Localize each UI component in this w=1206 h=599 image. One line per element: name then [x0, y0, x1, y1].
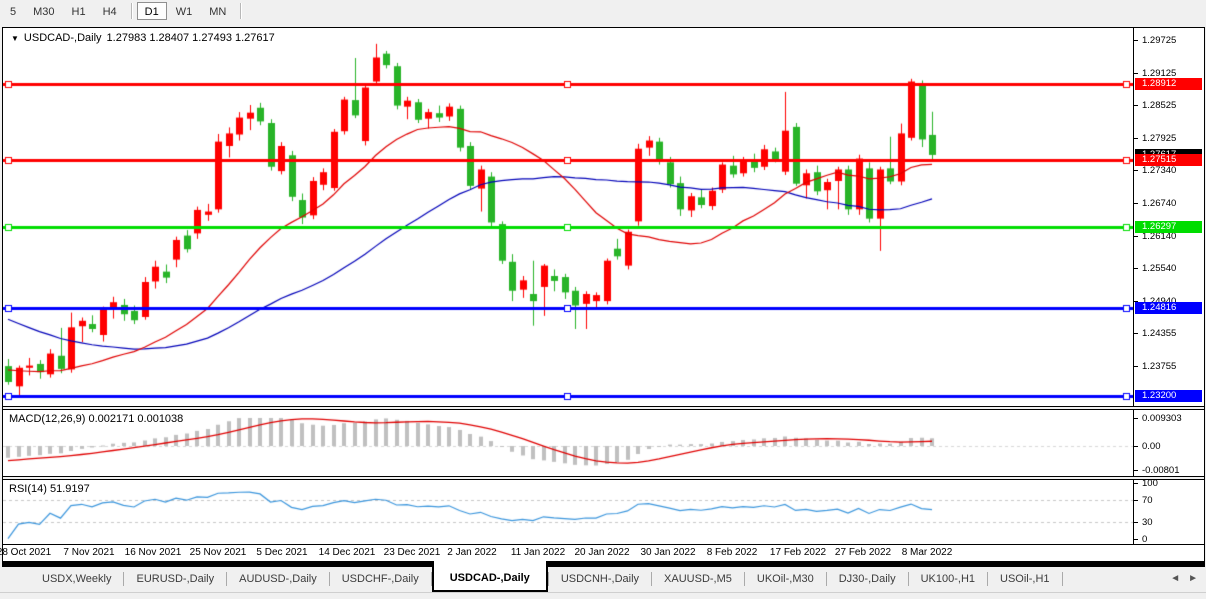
tab-uk100-h1[interactable]: UK100-,H1	[909, 567, 987, 592]
chart-title: ▼ USDCAD-,Daily 1.27983 1.28407 1.27493 …	[11, 32, 275, 44]
date-label: 30 Jan 2022	[640, 547, 695, 558]
price-tick-label: 1.25540	[1134, 263, 1204, 274]
tab-usdchf-daily[interactable]: USDCHF-,Daily	[330, 567, 431, 592]
rsi-tick-label: 100	[1134, 478, 1204, 489]
rsi-tick-label: 30	[1134, 517, 1204, 528]
main-chart-canvas[interactable]	[3, 28, 1133, 406]
toolbar-separator	[131, 3, 132, 19]
macd-tick-label: -0.00801	[1134, 465, 1204, 476]
price-line-badge: 1.23200	[1135, 390, 1202, 402]
tab-xauusd-m5[interactable]: XAUUSD-,M5	[652, 567, 744, 592]
date-label: 17 Feb 2022	[770, 547, 826, 558]
chart-ohlc-values: 1.27983 1.28407 1.27493 1.27617	[107, 32, 275, 44]
tab-separator	[1062, 572, 1063, 586]
timeframe-button-H4[interactable]: H4	[95, 2, 125, 20]
chart-window: ▼ USDCAD-,Daily 1.27983 1.28407 1.27493 …	[2, 27, 1205, 568]
date-label: 8 Feb 2022	[707, 547, 758, 558]
date-label: 2 Jan 2022	[447, 547, 497, 558]
tab-usoil-h1[interactable]: USOil-,H1	[988, 567, 1062, 592]
price-axis[interactable]: 1.29725 1.29125 1.28525 1.27925 1.27340 1.267…	[1134, 28, 1204, 406]
toolbar-separator	[240, 3, 241, 19]
date-label: 5 Dec 2021	[256, 547, 307, 558]
date-label: 28 Oct 2021	[0, 547, 51, 558]
rsi-panel[interactable]: RSI(14) 51.9197	[3, 480, 1133, 544]
price-tick-label: 1.27925	[1134, 133, 1204, 144]
price-tick-label: 1.28525	[1134, 100, 1204, 111]
main-chart-plot[interactable]: ▼ USDCAD-,Daily 1.27983 1.28407 1.27493 …	[3, 28, 1133, 406]
tab-usdx-weekly[interactable]: USDX,Weekly	[30, 567, 123, 592]
price-line-badge: 1.27515	[1135, 154, 1202, 166]
date-label: 8 Mar 2022	[902, 547, 953, 558]
tab-usdcnh-daily[interactable]: USDCNH-,Daily	[549, 567, 651, 592]
tabs-scroll-left-icon[interactable]: ◄	[1170, 567, 1180, 591]
timeframe-button-W1[interactable]: W1	[168, 2, 201, 20]
price-line-badge: 1.24816	[1135, 302, 1202, 314]
timeframe-button-5[interactable]: 5	[2, 2, 24, 20]
tab-ukoil-m30[interactable]: UKOil-,M30	[745, 567, 826, 592]
macd-label: MACD(12,26,9) 0.002171 0.001038	[9, 413, 183, 425]
timeframe-button-M30[interactable]: M30	[25, 2, 62, 20]
price-tick-label: 1.26740	[1134, 198, 1204, 209]
status-strip	[0, 592, 1206, 599]
date-label: 27 Feb 2022	[835, 547, 891, 558]
tab-eurusd-daily[interactable]: EURUSD-,Daily	[124, 567, 226, 592]
price-tick-label: 1.27340	[1134, 165, 1204, 176]
rsi-tick-label: 70	[1134, 495, 1204, 506]
price-tick-label: 1.29125	[1134, 68, 1204, 79]
date-label: 11 Jan 2022	[511, 547, 565, 558]
date-label: 23 Dec 2021	[384, 547, 441, 558]
tab-usdcad-daily[interactable]: USDCAD-,Daily	[432, 561, 548, 592]
macd-axis: 0.009303 0.00 -0.00801	[1134, 410, 1204, 476]
rsi-label: RSI(14) 51.9197	[9, 483, 90, 495]
price-tick-label: 1.29725	[1134, 35, 1204, 46]
tab-dj30-daily[interactable]: DJ30-,Daily	[827, 567, 908, 592]
chart-symbol-label: USDCAD-,Daily	[24, 32, 102, 44]
tabs-scroll-right-icon[interactable]: ►	[1188, 567, 1198, 591]
symbol-tab-bar: USDX,WeeklyEURUSD-,DailyAUDUSD-,DailyUSD…	[0, 567, 1206, 592]
rsi-canvas	[3, 480, 1133, 544]
macd-tick-label: 0.009303	[1134, 413, 1204, 424]
timeframe-button-H1[interactable]: H1	[64, 2, 94, 20]
price-tick-label: 1.24355	[1134, 328, 1204, 339]
price-line-badge: 1.26297	[1135, 221, 1202, 233]
date-label: 20 Jan 2022	[574, 547, 629, 558]
timeframe-button-MN[interactable]: MN	[201, 2, 234, 20]
symbol-dropdown-icon[interactable]: ▼	[11, 33, 19, 44]
date-label: 25 Nov 2021	[190, 547, 247, 558]
price-tick-label: 1.23755	[1134, 361, 1204, 372]
price-line-badge: 1.28912	[1135, 78, 1202, 90]
timeframe-toolbar: 5M30H1H4 D1W1MN	[0, 0, 1206, 22]
tab-scroll-arrows: ◄►	[1170, 567, 1198, 591]
date-label: 14 Dec 2021	[319, 547, 376, 558]
date-label: 16 Nov 2021	[125, 547, 182, 558]
date-axis[interactable]: 28 Oct 2021 7 Nov 2021 16 Nov 2021 25 Nov 2…	[3, 545, 1204, 561]
rsi-axis: 10070300	[1134, 480, 1204, 544]
date-label: 7 Nov 2021	[63, 547, 114, 558]
timeframe-button-D1[interactable]: D1	[137, 2, 167, 20]
tab-audusd-daily[interactable]: AUDUSD-,Daily	[227, 567, 329, 592]
macd-tick-label: 0.00	[1134, 441, 1204, 452]
macd-panel[interactable]: MACD(12,26,9) 0.002171 0.001038	[3, 410, 1133, 476]
